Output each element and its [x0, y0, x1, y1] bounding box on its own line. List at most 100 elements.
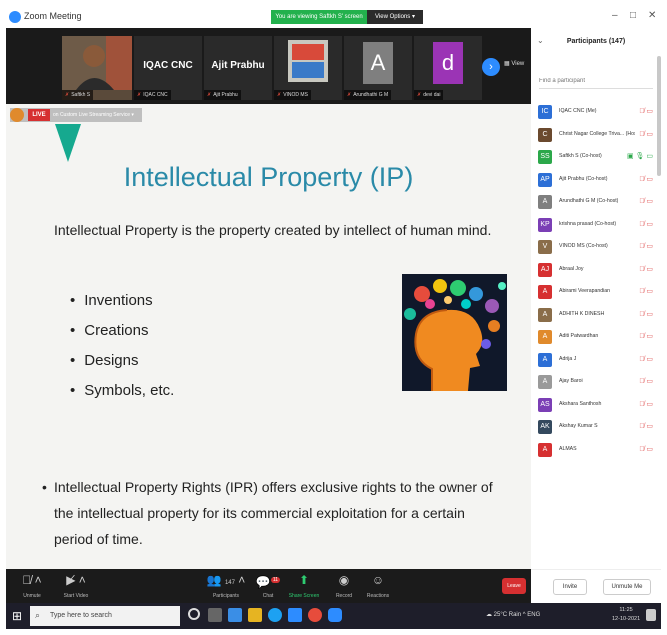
participant-name: Adrija J: [559, 355, 577, 362]
participant-row[interactable]: A Arundhathi G M (Co-host) 🎙̸ ▭: [531, 192, 657, 215]
participant-name: Akshay Kumar S: [559, 423, 598, 429]
leave-button[interactable]: Leave: [502, 578, 526, 594]
unmute-button[interactable]: 🎙̸ ˄ Unmute: [10, 572, 54, 599]
participant-row[interactable]: A Adrija J 🎙̸ ▭: [531, 350, 657, 373]
chat-badge: 11: [270, 577, 281, 583]
participant-name: Akshara Santhosh: [559, 400, 602, 407]
participant-row[interactable]: AP Ajit Prabhu (Co-host) 🎙̸ ▭: [531, 170, 657, 193]
title-bar: Zoom Meeting You are viewing Saftkh S' s…: [6, 6, 661, 28]
participant-name: Christ Nagar College Triva... (Host): [559, 130, 635, 137]
task-view-icon[interactable]: [208, 608, 222, 622]
participant-name: krishna prasad (Co-host): [559, 220, 617, 227]
participant-row[interactable]: KP krishna prasad (Co-host) 🎙̸ ▭: [531, 215, 657, 238]
shared-screen: LIVE on Custom Live Streaming Service ▾ …: [6, 104, 531, 569]
tile-big-name: Ajit Prabhu: [211, 60, 265, 71]
participant-row[interactable]: AJ Abraal Joy 🎙̸ ▭: [531, 260, 657, 283]
invite-button[interactable]: Invite: [553, 579, 587, 595]
avatar: A: [538, 352, 552, 367]
muted-mic-icon: 🎙̸ ▭: [639, 400, 653, 408]
muted-mic-icon: 🎙̸ ▭: [639, 288, 653, 295]
avatar: C: [538, 127, 552, 142]
notifications-icon[interactable]: [646, 609, 656, 621]
video-off-icon: ▶̸ ˄: [66, 573, 86, 587]
minimize-button[interactable]: –: [612, 10, 618, 21]
participant-name: ALMAS: [559, 445, 577, 452]
clock[interactable]: 11:25 12-10-2021: [612, 606, 640, 624]
start-video-button[interactable]: ▶̸ ˄ Start Video: [54, 572, 98, 599]
presenter-video: [62, 36, 132, 90]
muted-mic-icon: 🎙̸ ▭: [639, 198, 653, 205]
participant-row[interactable]: V VINOD MS (Co-host) 🎙̸ ▭: [531, 237, 657, 260]
system-tray[interactable]: ☁ 25°C Rain ^ ENG: [486, 611, 540, 618]
participant-name: ADHITH K DINESH: [559, 310, 605, 317]
participants-icon: 👥 147 ˄: [206, 573, 246, 587]
participant-row[interactable]: A Abirami Veerapandian 🎙̸ ▭: [531, 282, 657, 305]
avatar: A: [538, 375, 552, 389]
zoom-taskbar-icon[interactable]: [328, 608, 342, 622]
close-button[interactable]: ✕: [648, 10, 656, 21]
letter-avatar: d: [433, 42, 463, 84]
participant-row[interactable]: A Ajay Baroi 🎙̸ ▭: [531, 372, 657, 395]
avatar: A: [538, 330, 552, 344]
participants-button[interactable]: 👥 147 ˄ Participants: [204, 572, 248, 599]
participant-row[interactable]: AK Akshay Kumar S 🎙̸ ▭: [531, 417, 657, 440]
share-screen-icon: ▣ 🎙 ▭: [626, 153, 653, 160]
video-tile[interactable]: Ajit Prabhu ✗ Ajit Prabhu: [204, 36, 272, 100]
participant-row[interactable]: A ALMAS 🎙̸ ▭: [531, 440, 657, 463]
live-badge: LIVE: [28, 109, 50, 121]
participant-row[interactable]: SS Saftkh S (Co-host) ▣ 🎙 ▭: [531, 147, 657, 170]
participant-name: Abraal Joy: [559, 265, 584, 272]
panel-footer: Invite Unmute Me: [531, 569, 661, 603]
avatar: A: [538, 307, 552, 322]
video-tile[interactable]: d ✗ devi dai: [414, 36, 482, 100]
tile-name: ✗ devi dai: [414, 90, 444, 100]
muted-mic-icon: 🎙̸ ▭: [639, 220, 653, 228]
muted-mic-icon: 🎙̸ ▭: [639, 265, 653, 273]
word-icon[interactable]: [288, 608, 302, 622]
muted-mic-icon: 🎙̸ ▭: [639, 378, 653, 385]
windows-start-icon[interactable]: ⊞: [12, 609, 22, 623]
live-status-bar[interactable]: LIVE on Custom Live Streaming Service ▾: [10, 108, 142, 122]
tile-name: ✗ VINOD MS: [274, 90, 311, 100]
file-explorer-icon[interactable]: [248, 608, 262, 622]
avatar: V: [538, 240, 552, 254]
unmute-me-button[interactable]: Unmute Me: [603, 579, 651, 595]
participant-row[interactable]: AS Akshara Santhosh 🎙̸ ▭: [531, 395, 657, 418]
participant-list: IC IQAC CNC (Me) 🎙̸ ▭ C Christ Nagar Colleg…: [531, 102, 657, 462]
find-participant-input[interactable]: [539, 73, 653, 89]
participant-name: Arundhathi G M (Co-host): [559, 198, 619, 204]
chrome-icon[interactable]: [308, 608, 322, 622]
search-icon: ⌕: [35, 610, 41, 620]
participant-row[interactable]: C Christ Nagar College Triva... (Host) 🎙̸ …: [531, 125, 657, 148]
participants-scrollbar[interactable]: [657, 56, 661, 176]
maximize-button[interactable]: □: [630, 10, 636, 21]
slide-title: Intellectual Property (IP): [123, 162, 414, 192]
video-tile[interactable]: ✗ VINOD MS: [274, 36, 342, 100]
participant-name: IQAC CNC (Me): [559, 108, 597, 114]
participant-name: Saftkh S (Co-host): [559, 153, 602, 159]
zoom-window: Zoom Meeting You are viewing Saftkh S' s…: [6, 6, 661, 629]
view-options-button[interactable]: View Options ▾: [367, 10, 423, 24]
live-stream-icon: [10, 108, 24, 122]
participant-row[interactable]: IC IQAC CNC (Me) 🎙̸ ▭: [531, 102, 657, 125]
view-button[interactable]: ▦ View: [504, 60, 524, 67]
muted-mic-icon: 🎙̸ ▭: [639, 130, 653, 138]
reactions-button[interactable]: ☺ Reactions: [356, 572, 400, 599]
reactions-label: Reactions: [366, 593, 390, 599]
video-tile[interactable]: A ✗ Arundhathi G M: [344, 36, 412, 100]
next-page-icon[interactable]: ›: [482, 58, 500, 76]
participant-row[interactable]: A ADHITH K DINESH 🎙̸ ▭: [531, 305, 657, 328]
taskbar-search[interactable]: ⌕ Type here to search: [30, 606, 180, 626]
cortana-icon[interactable]: [188, 608, 200, 620]
avatar: A: [538, 285, 552, 299]
zoom-icon: [9, 11, 21, 23]
mail-icon[interactable]: [228, 608, 242, 622]
share-screen-button[interactable]: ⬆ Share Screen: [282, 572, 326, 599]
participant-row[interactable]: A Aditi Patwardhan 🎙̸ ▭: [531, 327, 657, 350]
video-tile[interactable]: ✗ Saftkh S: [62, 36, 132, 100]
participants-panel: ⌄ Participants (147) IC IQAC CNC (Me) 🎙̸ ▭…: [531, 28, 661, 603]
tile-name: ✗ Saftkh S: [62, 90, 94, 100]
edge-icon[interactable]: [268, 608, 282, 622]
letter-avatar: A: [363, 42, 393, 84]
video-tile[interactable]: IQAC CNC ✗ IQAC CNC: [134, 36, 202, 100]
